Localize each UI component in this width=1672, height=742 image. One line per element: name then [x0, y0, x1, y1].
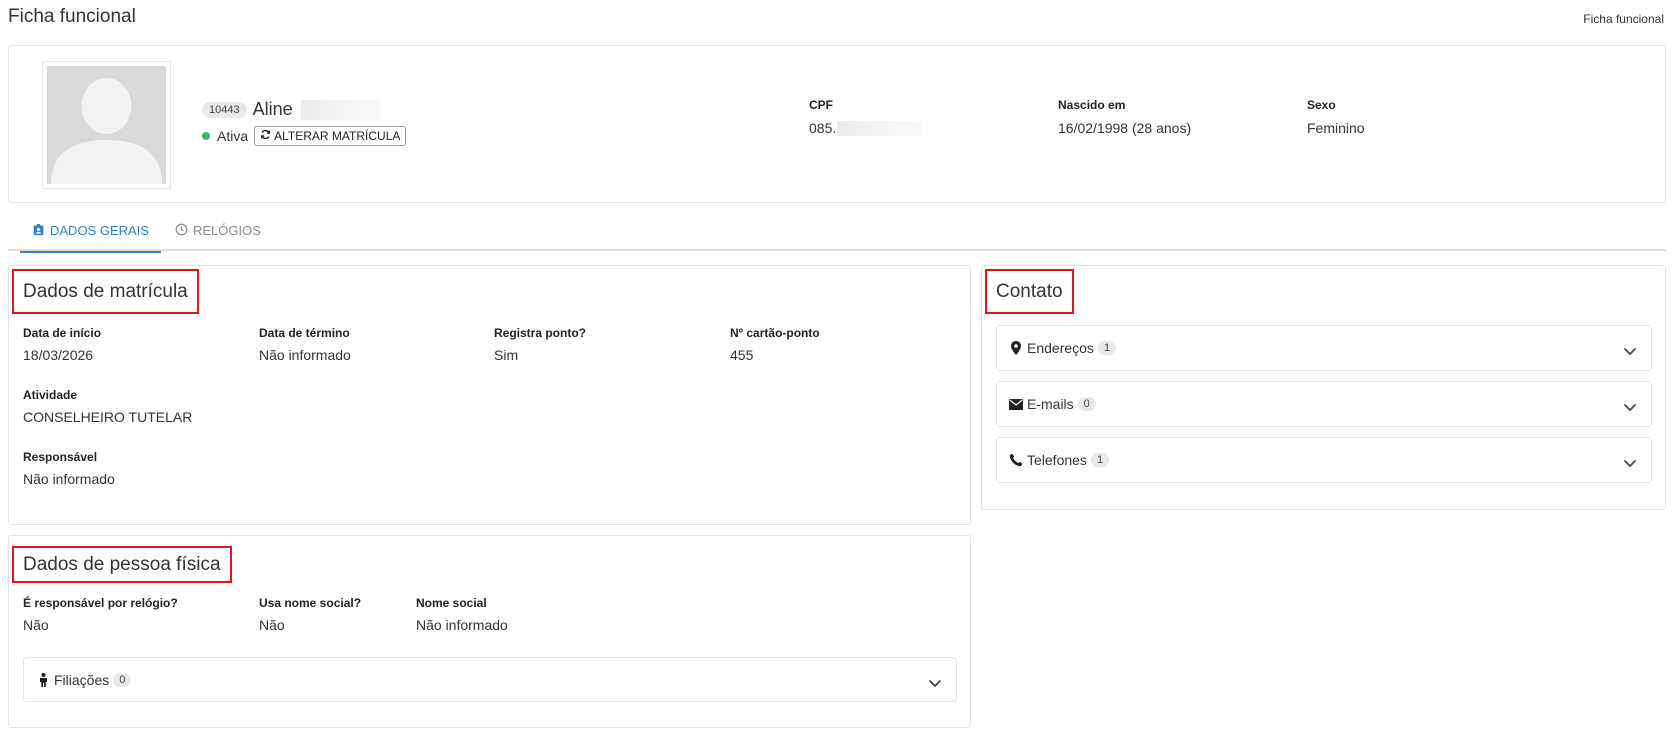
page-title: Ficha funcional: [8, 6, 136, 27]
field-value: 18/03/2026: [23, 347, 94, 363]
field-label: É responsável por relógio?: [23, 596, 178, 610]
field-value: Sim: [494, 347, 519, 363]
employee-heading: 10443 Aline: [202, 99, 381, 120]
breadcrumb[interactable]: Ficha funcional: [1583, 12, 1664, 26]
field-cartao-ponto: Nº cartão-ponto 455: [730, 326, 820, 363]
chevron-down-icon[interactable]: [1623, 455, 1637, 468]
tab-label: DADOS GERAIS: [50, 223, 149, 238]
cpf-value: 085.: [809, 120, 837, 136]
sex-block: Sexo Feminino: [1307, 98, 1365, 136]
change-registration-label: ALTERAR MATRÍCULA: [274, 129, 401, 143]
field-value: Não: [23, 617, 49, 633]
tab-relogios[interactable]: RELÓGIOS: [163, 210, 273, 251]
accordion-label: Telefones: [1027, 452, 1087, 468]
accordion-label: E-mails: [1027, 396, 1074, 412]
field-atividade: Atividade CONSELHEIRO TUTELAR: [23, 388, 192, 425]
tab-label: RELÓGIOS: [193, 223, 261, 238]
accordion-telefones[interactable]: Telefones 1: [996, 437, 1652, 483]
accordion-enderecos[interactable]: Endereços 1: [996, 325, 1652, 371]
cpf-block: CPF 085.: [809, 98, 924, 136]
count-badge: 1: [1090, 453, 1110, 467]
field-value: Não informado: [23, 471, 115, 487]
field-value: CONSELHEIRO TUTELAR: [23, 409, 193, 425]
count-badge: 0: [113, 672, 132, 687]
pessoa-title: Dados de pessoa física: [12, 546, 232, 583]
field-data-termino: Data de término Não informado: [259, 326, 351, 363]
employee-id-badge: 10443: [202, 101, 247, 118]
field-value: 455: [730, 347, 754, 363]
field-data-inicio: Data de início 18/03/2026: [23, 326, 101, 363]
count-badge: 1: [1097, 341, 1117, 355]
status-dot-icon: [202, 132, 210, 140]
field-usa-nome-social: Usa nome social? Não: [259, 596, 361, 633]
field-responsavel-relogio: É responsável por relógio? Não: [23, 596, 178, 633]
envelope-icon: [1009, 398, 1023, 410]
change-registration-button[interactable]: ALTERAR MATRÍCULA: [254, 126, 407, 146]
clock-icon: [175, 223, 188, 239]
id-badge-icon: [32, 223, 45, 239]
field-value: Não: [259, 617, 285, 633]
field-label: Usa nome social?: [259, 596, 362, 610]
refresh-icon: [260, 129, 271, 143]
accordion-filiacoes[interactable]: Filiações 0: [23, 657, 957, 702]
field-nome-social: Nome social Não informado: [416, 596, 508, 633]
field-label: Atividade: [23, 388, 78, 402]
chevron-down-icon[interactable]: [1623, 399, 1637, 412]
field-registra-ponto: Registra ponto? Sim: [494, 326, 586, 363]
contato-title: Contato: [985, 269, 1074, 314]
cpf-value-row: 085.: [809, 120, 924, 136]
contato-card: Contato Endereços 1 E-mails 0 Telefones …: [981, 265, 1666, 510]
birth-value: 16/02/1998 (28 anos): [1058, 120, 1192, 136]
chevron-down-icon[interactable]: [1623, 343, 1637, 356]
tab-bar: DADOS GERAIS RELÓGIOS: [8, 210, 1666, 253]
person-icon: [36, 672, 50, 687]
field-responsavel: Responsável Não informado: [23, 450, 115, 487]
count-badge: 0: [1077, 397, 1096, 411]
cpf-label: CPF: [809, 98, 833, 112]
field-label: Data de início: [23, 326, 102, 340]
field-label: Registra ponto?: [494, 326, 586, 340]
field-value: Não informado: [416, 617, 508, 633]
chevron-down-icon[interactable]: [928, 675, 942, 687]
tab-dados-gerais[interactable]: DADOS GERAIS: [20, 210, 161, 253]
accordion-label: Endereços: [1027, 340, 1094, 356]
profile-card: 10443 Aline Ativa ALTERAR MATRÍCULA CPF …: [8, 45, 1666, 203]
sex-label: Sexo: [1307, 98, 1336, 112]
employee-status: Ativa ALTERAR MATRÍCULA: [202, 126, 407, 146]
map-marker-icon: [1009, 341, 1023, 355]
redacted-surname: [300, 99, 381, 120]
pessoa-card: Dados de pessoa física É responsável por…: [8, 535, 971, 728]
field-label: Nome social: [416, 596, 487, 610]
accordion-label: Filiações: [54, 671, 110, 688]
field-label: Data de término: [259, 326, 350, 340]
birth-block: Nascido em 16/02/1998 (28 anos): [1058, 98, 1191, 136]
field-label: Nº cartão-ponto: [730, 326, 820, 340]
phone-icon: [1009, 453, 1023, 467]
matricula-card: Dados de matrícula Data de início 18/03/…: [8, 265, 971, 525]
status-label: Ativa: [217, 128, 249, 144]
accordion-emails[interactable]: E-mails 0: [996, 381, 1652, 427]
avatar: [42, 61, 171, 189]
sex-value: Feminino: [1307, 120, 1365, 136]
avatar-placeholder-icon: [47, 66, 166, 184]
employee-name: Aline: [252, 99, 293, 119]
field-label: Responsável: [23, 450, 98, 464]
matricula-title: Dados de matrícula: [12, 269, 199, 314]
field-value: Não informado: [259, 347, 351, 363]
birth-label: Nascido em: [1058, 98, 1126, 112]
redacted-cpf: [837, 120, 924, 136]
